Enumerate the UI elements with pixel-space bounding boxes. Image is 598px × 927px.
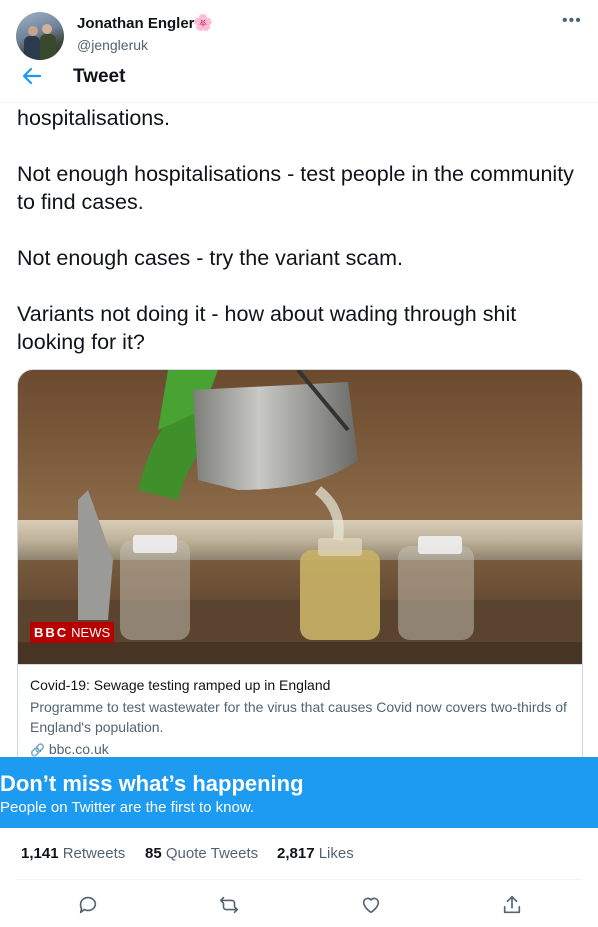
page-title: Tweet — [73, 66, 126, 87]
tweet-text: hospitalisations. Not enough hospitalisa… — [17, 104, 587, 384]
card-text[interactable]: Covid-19: Sewage testing ramped up in En… — [18, 664, 582, 760]
bbc-news-logo: BBC NEWS — [30, 622, 115, 643]
back-arrow-icon[interactable] — [20, 64, 44, 88]
signup-banner[interactable]: Don’t miss what’s happening People on Tw… — [0, 757, 598, 828]
top-bar: Jonathan Engler 🌸 @jengleruk ••• Tweet — [0, 0, 598, 103]
tweet-paragraph: hospitalisations. — [17, 106, 170, 130]
author-handle[interactable]: @jengleruk — [77, 37, 148, 53]
card-title[interactable]: Covid-19: Sewage testing ramped up in En… — [30, 675, 570, 695]
share-icon[interactable] — [501, 894, 523, 916]
author-name[interactable]: Jonathan Engler — [77, 15, 195, 32]
tweet-actions — [16, 880, 582, 927]
tweet-paragraph: Not enough hospitalisations - test peopl… — [17, 162, 574, 214]
retweet-icon[interactable] — [218, 894, 240, 916]
tweet-stats: 1,141 Retweets 85 Quote Tweets 2,817 Lik… — [16, 828, 582, 880]
banner-title: Don’t miss what’s happening — [0, 771, 304, 796]
retweets-stat[interactable]: 1,141 Retweets — [21, 845, 125, 862]
like-icon[interactable] — [360, 894, 382, 916]
tweet-paragraph: Variants not doing it - how about wading… — [17, 302, 517, 354]
likes-stat[interactable]: 2,817 Likes — [277, 845, 354, 862]
tweet-paragraph: Not enough cases - try the variant scam. — [17, 246, 403, 270]
link-icon: 🔗 — [30, 743, 45, 757]
card-domain-text: bbc.co.uk — [48, 741, 109, 757]
quote-tweets-stat[interactable]: 85 Quote Tweets — [145, 845, 258, 862]
more-icon[interactable]: ••• — [562, 12, 582, 30]
avatar[interactable] — [16, 12, 64, 60]
card-image[interactable]: BBC NEWS — [18, 370, 582, 664]
flower-emoji: 🌸 — [193, 15, 213, 32]
card-description: Programme to test wastewater for the vir… — [30, 699, 567, 735]
reply-icon[interactable] — [77, 894, 99, 916]
banner-subtitle: People on Twitter are the first to know. — [0, 799, 255, 816]
link-card[interactable]: BBC NEWS Covid-19: Sewage testing ramped… — [17, 369, 583, 771]
